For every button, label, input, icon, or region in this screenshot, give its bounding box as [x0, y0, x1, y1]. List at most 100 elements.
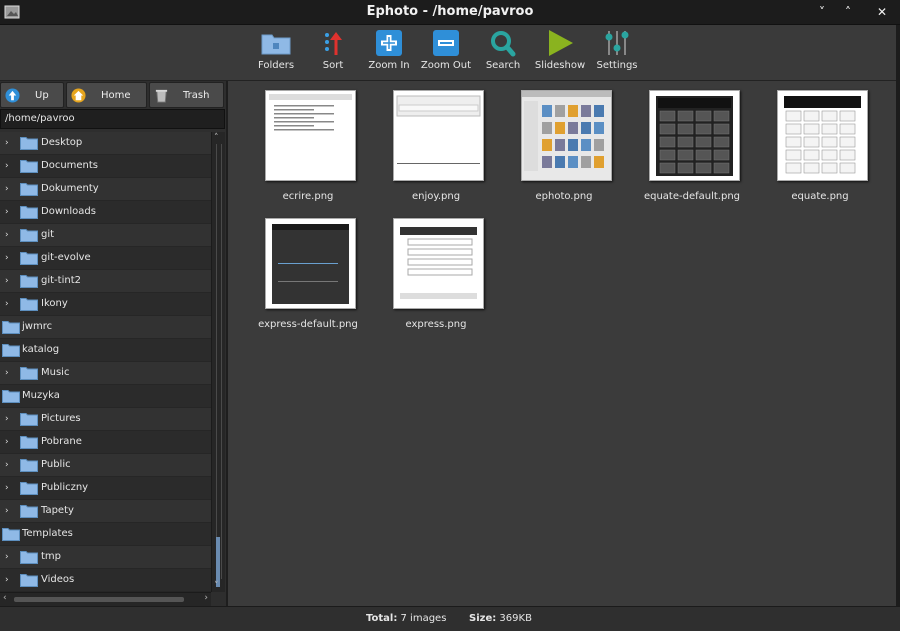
folder-icon [20, 435, 38, 449]
toolbar: Folders Sort Zoom In Zoom Out Search Sli… [0, 25, 900, 81]
thumbnail-image[interactable] [265, 90, 356, 181]
image-thumbnail[interactable]: equate-default.png [637, 83, 747, 203]
expand-arrow-icon[interactable]: › [5, 437, 13, 447]
tree-item[interactable]: › Public [0, 454, 211, 477]
thumbnail-image[interactable] [521, 90, 612, 181]
status-bar: Total: 7 images Size: 369KB [0, 606, 900, 631]
folder-icon [20, 366, 38, 380]
tree-item[interactable]: › Tapety [0, 500, 211, 523]
folders-button[interactable]: Folders [246, 29, 306, 77]
scroll-thumb-horizontal[interactable] [14, 597, 184, 602]
expand-arrow-icon[interactable]: › [5, 414, 13, 424]
folder-icon [20, 274, 38, 288]
tree-item-label: Pictures [41, 413, 81, 424]
image-thumbnail[interactable]: ephoto.png [509, 83, 619, 203]
tree-item-label: Videos [41, 574, 75, 585]
minimize-button[interactable]: ˅ [813, 3, 831, 21]
scroll-thumb[interactable] [216, 537, 220, 587]
image-thumbnail[interactable]: express-default.png [253, 211, 363, 331]
expand-arrow-icon[interactable]: › [5, 276, 13, 286]
tree-item[interactable]: › Ikony [0, 293, 211, 316]
tree-item-label: git-tint2 [41, 275, 81, 286]
scroll-down-icon[interactable]: ˅ [214, 581, 219, 591]
folder-panel: Up Home Trash /home/pavroo › Desktop › Docu… [0, 81, 227, 606]
close-button[interactable]: ✕ [873, 3, 891, 21]
sort-button[interactable]: Sort [303, 29, 363, 77]
tree-item[interactable]: › Videos [0, 569, 211, 592]
expand-arrow-icon[interactable]: › [5, 575, 13, 585]
tree-item[interactable]: › Documents [0, 155, 211, 178]
tree-item[interactable]: › Downloads [0, 201, 211, 224]
tree-item[interactable]: › git [0, 224, 211, 247]
tree-item[interactable]: Muzyka [0, 385, 211, 408]
expand-arrow-icon[interactable]: › [5, 161, 13, 171]
path-field[interactable]: /home/pavroo [0, 109, 225, 129]
expand-arrow-icon[interactable]: › [5, 230, 13, 240]
thumbnail-image[interactable] [649, 90, 740, 181]
scroll-up-icon[interactable]: ˄ [214, 133, 219, 143]
thumbnail-image[interactable] [777, 90, 868, 181]
expand-arrow-icon[interactable]: › [5, 483, 13, 493]
slideshow-button[interactable]: Slideshow [530, 29, 590, 77]
expand-arrow-icon[interactable]: › [5, 138, 13, 148]
thumbnail-image[interactable] [393, 90, 484, 181]
expand-arrow-icon[interactable]: › [5, 506, 13, 516]
thumbnail-image[interactable] [265, 218, 356, 309]
expand-arrow-icon[interactable]: › [5, 253, 13, 263]
thumbnail-filename: enjoy.png [411, 191, 461, 202]
tree-item[interactable]: › tmp [0, 546, 211, 569]
up-button[interactable]: Up [0, 82, 64, 108]
scroll-left-icon[interactable]: ‹ [3, 593, 7, 603]
folder-icon [20, 481, 38, 495]
tree-horizontal-scrollbar[interactable]: ‹ › [0, 592, 211, 606]
tree-item[interactable]: › git-tint2 [0, 270, 211, 293]
zoom-in-button[interactable]: Zoom In [359, 29, 419, 77]
thumbnail-grid: ecrire.png enjoy.png ephoto.png equate-defa… [228, 81, 896, 606]
tree-vertical-scrollbar[interactable]: ˄ ˅ [211, 132, 225, 592]
thumbnail-filename: ephoto.png [535, 191, 593, 202]
zoom-out-icon [433, 30, 459, 56]
thumbnail-filename: equate-default.png [643, 191, 741, 202]
home-button[interactable]: Home [66, 82, 147, 108]
folder-icon [2, 389, 20, 403]
expand-arrow-icon[interactable]: › [5, 207, 13, 217]
tree-item[interactable]: › Dokumenty [0, 178, 211, 201]
zoom-out-button[interactable]: Zoom Out [416, 29, 476, 77]
thumbnail-image[interactable] [393, 218, 484, 309]
tree-item-label: tmp [41, 551, 62, 562]
expand-arrow-icon[interactable]: › [5, 184, 13, 194]
tree-item[interactable]: › Pictures [0, 408, 211, 431]
tree-item[interactable]: › Pobrane [0, 431, 211, 454]
scroll-right-icon[interactable]: › [204, 593, 208, 603]
tree-item-label: Downloads [41, 206, 96, 217]
folder-icon [20, 205, 38, 219]
trash-button[interactable]: Trash [149, 82, 224, 108]
expand-arrow-icon[interactable]: › [5, 460, 13, 470]
folder-icon [2, 527, 20, 541]
image-thumbnail[interactable]: express.png [381, 211, 491, 331]
tree-item[interactable]: jwmrc [0, 316, 211, 339]
tree-item[interactable]: › git-evolve [0, 247, 211, 270]
tree-item[interactable]: katalog [0, 339, 211, 362]
folder-tree: › Desktop › Documents › Dokumenty › Downloads › g… [0, 132, 211, 592]
expand-arrow-icon[interactable]: › [5, 368, 13, 378]
maximize-button[interactable]: ˄ [839, 3, 857, 21]
folder-icon [20, 458, 38, 472]
expand-arrow-icon[interactable]: › [5, 552, 13, 562]
tree-item[interactable]: › Publiczny [0, 477, 211, 500]
tree-item[interactable]: › Desktop [0, 132, 211, 155]
expand-arrow-icon[interactable]: › [5, 299, 13, 309]
tree-item[interactable]: Templates [0, 523, 211, 546]
tree-item[interactable]: › Music [0, 362, 211, 385]
search-button[interactable]: Search [473, 29, 533, 77]
tree-item-label: git [41, 229, 55, 240]
image-thumbnail[interactable]: equate.png [765, 83, 875, 203]
tree-item-label: Desktop [41, 137, 83, 148]
tree-item-label: Templates [22, 528, 73, 539]
image-thumbnail[interactable]: ecrire.png [253, 83, 363, 203]
settings-button[interactable]: Settings [587, 29, 647, 77]
window-border [896, 25, 900, 631]
image-thumbnail[interactable]: enjoy.png [381, 83, 491, 203]
tree-item-label: Music [41, 367, 70, 378]
up-arrow-icon [5, 88, 20, 103]
